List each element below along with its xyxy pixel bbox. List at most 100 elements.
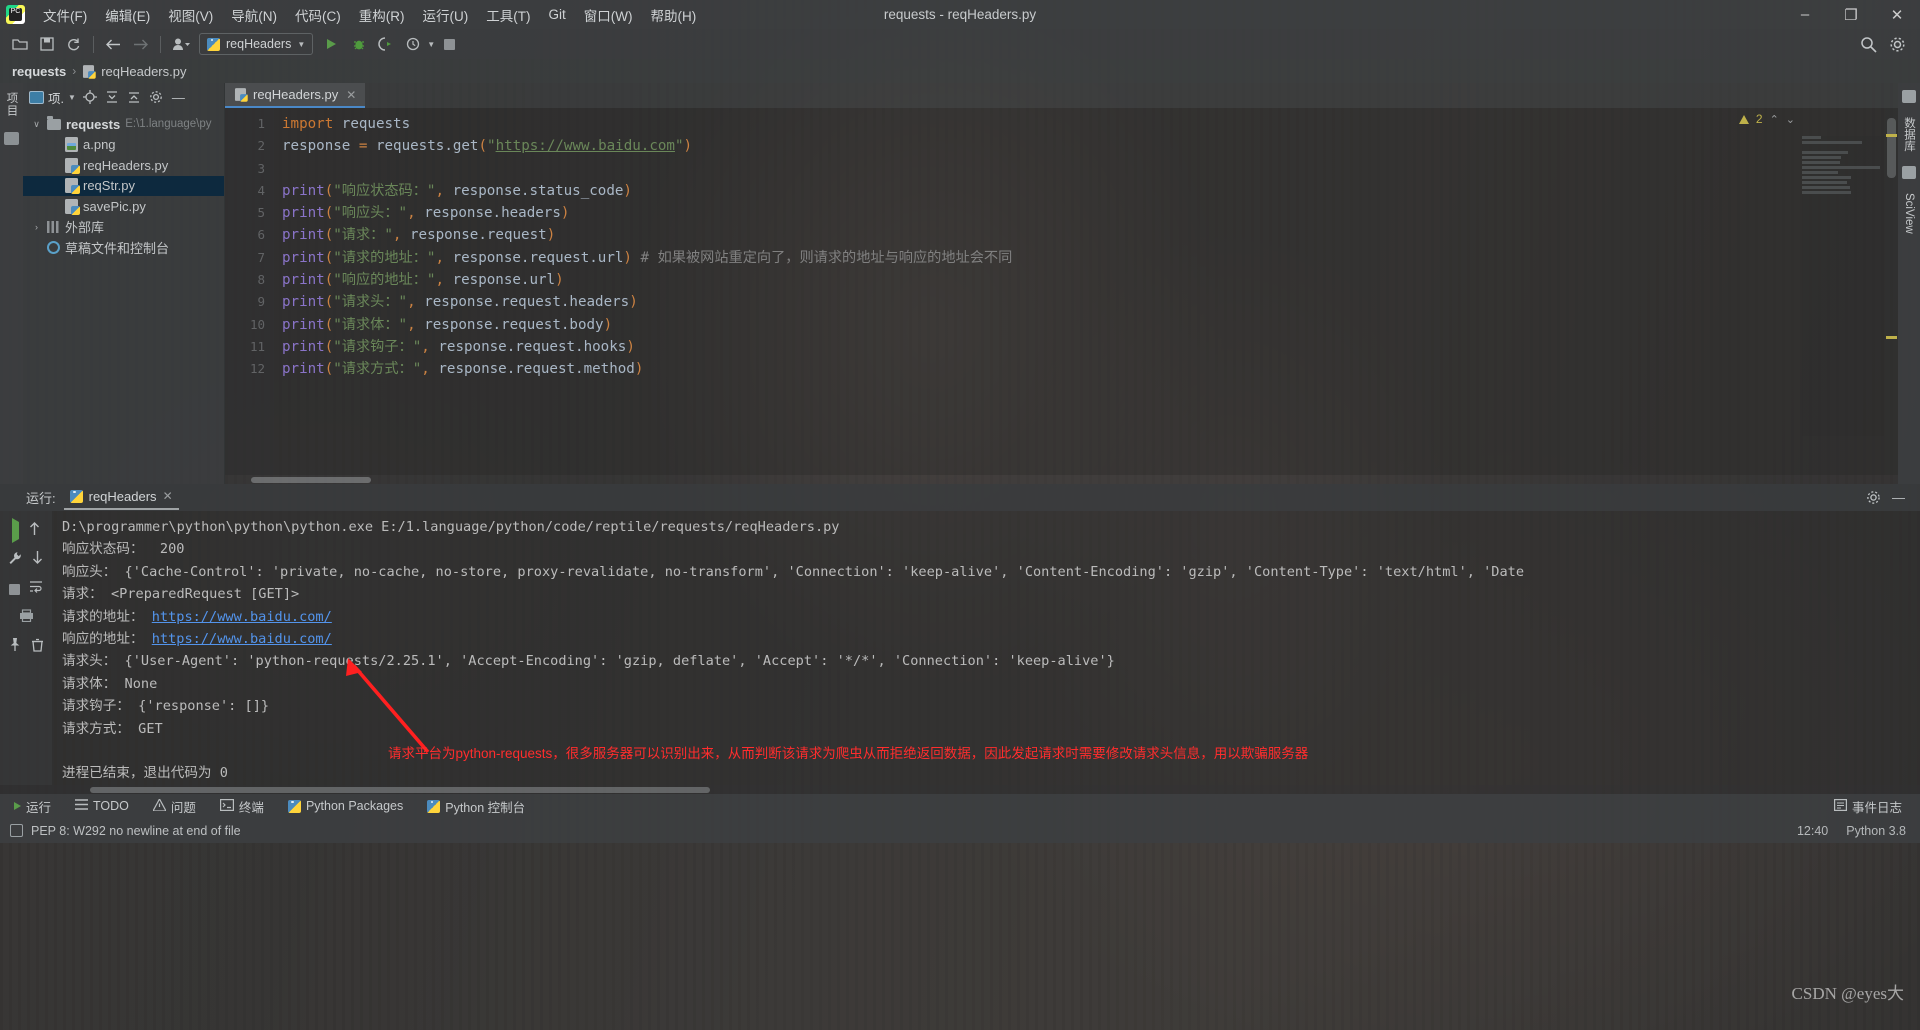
- scrollbar-thumb[interactable]: [90, 786, 710, 793]
- run-coverage-icon[interactable]: [373, 32, 398, 56]
- open-folder-icon[interactable]: [7, 32, 32, 56]
- editor-tab-reqheaders[interactable]: reqHeaders.py ✕: [225, 83, 366, 108]
- tree-item-external-libraries[interactable]: › 外部库: [23, 217, 224, 238]
- scroll-up-icon[interactable]: [28, 521, 41, 541]
- tool-window-problems[interactable]: 问题: [149, 795, 200, 818]
- expand-all-icon[interactable]: [105, 90, 120, 105]
- code-editor[interactable]: 1 2 3 4 5 6 7 8 9 10 11 12 import requests response …: [225, 108, 1898, 475]
- tree-item-a-png[interactable]: a.png: [23, 135, 224, 156]
- save-icon[interactable]: [34, 32, 59, 56]
- tree-item-reqheaders-py[interactable]: reqHeaders.py: [23, 155, 224, 176]
- structure-icon[interactable]: [4, 132, 19, 145]
- debug-icon[interactable]: [346, 32, 371, 56]
- close-button[interactable]: ✕: [1874, 0, 1920, 29]
- code-minimap[interactable]: [1802, 136, 1884, 436]
- editor-horizontal-scrollbar[interactable]: [225, 475, 1898, 484]
- tree-item-savepic-py[interactable]: savePic.py: [23, 196, 224, 217]
- table-icon[interactable]: [1902, 165, 1916, 179]
- menu-item-help[interactable]: 帮助(H): [642, 1, 706, 29]
- hide-icon[interactable]: —: [171, 90, 186, 105]
- code-line[interactable]: print("响应头：", response.headers): [282, 202, 1898, 224]
- maximize-button[interactable]: ❐: [1828, 0, 1874, 29]
- code-line[interactable]: print("请求钩子：", response.request.hooks): [282, 336, 1898, 358]
- hide-icon[interactable]: —: [1891, 490, 1906, 505]
- settings-gear-icon[interactable]: [1885, 32, 1910, 56]
- rail-project-label[interactable]: 项目: [4, 89, 20, 120]
- menu-item-view[interactable]: 视图(V): [159, 1, 222, 29]
- chevron-right-icon[interactable]: ›: [31, 222, 42, 232]
- chevron-down-icon[interactable]: ∨: [31, 119, 42, 130]
- console-link[interactable]: https://www.baidu.com/: [152, 609, 332, 625]
- warning-marker[interactable]: [1886, 134, 1897, 137]
- editor-vertical-scrollbar[interactable]: [1885, 108, 1898, 475]
- status-interpreter[interactable]: Python 3.8: [1846, 824, 1906, 838]
- code-line[interactable]: print("请求体：", response.request.body): [282, 314, 1898, 336]
- chevron-down-icon[interactable]: ⌄: [1786, 113, 1795, 126]
- scrollbar-thumb[interactable]: [251, 477, 371, 483]
- code-line[interactable]: print("响应的地址：", response.url): [282, 269, 1898, 291]
- forward-arrow-icon[interactable]: [128, 32, 153, 56]
- run-icon[interactable]: [319, 32, 344, 56]
- run-configuration-selector[interactable]: reqHeaders ▼: [199, 33, 314, 55]
- scroll-down-icon[interactable]: [31, 550, 44, 570]
- menu-item-code[interactable]: 代码(C): [286, 1, 350, 29]
- close-icon[interactable]: ✕: [163, 489, 173, 503]
- back-arrow-icon[interactable]: [101, 32, 126, 56]
- tool-window-todo[interactable]: TODO: [71, 797, 133, 815]
- console-horizontal-scrollbar[interactable]: [0, 784, 1920, 794]
- menu-item-navigate[interactable]: 导航(N): [222, 1, 286, 29]
- code-line[interactable]: [282, 158, 1898, 180]
- code-line[interactable]: print("请求的地址：", response.request.url) # …: [282, 247, 1898, 269]
- warning-marker[interactable]: [1886, 336, 1897, 339]
- collapse-all-icon[interactable]: [127, 90, 142, 105]
- code-line[interactable]: print("请求头：", response.request.headers): [282, 291, 1898, 313]
- tree-item-requests[interactable]: ∨ requests E:\1.language\py: [23, 114, 224, 135]
- tree-item-scratches-consoles[interactable]: 草稿文件和控制台: [23, 237, 224, 258]
- menu-item-run[interactable]: 运行(U): [414, 1, 478, 29]
- tool-window-event-log[interactable]: 事件日志: [1830, 795, 1906, 818]
- rail-sciview-label[interactable]: SciView: [1903, 193, 1915, 234]
- pin-icon[interactable]: [8, 637, 22, 657]
- code-line[interactable]: print("响应状态码：", response.status_code): [282, 180, 1898, 202]
- print-icon[interactable]: [19, 609, 34, 627]
- close-icon[interactable]: ✕: [346, 88, 356, 102]
- menu-item-git[interactable]: Git: [540, 3, 575, 26]
- locate-target-icon[interactable]: [83, 90, 98, 105]
- menu-item-edit[interactable]: 编辑(E): [96, 1, 159, 29]
- gear-icon[interactable]: [1866, 490, 1881, 505]
- code-content[interactable]: import requests response = requests.get("…: [274, 108, 1898, 475]
- trash-icon[interactable]: [31, 638, 44, 657]
- menu-item-window[interactable]: 窗口(W): [575, 1, 642, 29]
- inspection-icon[interactable]: [10, 824, 23, 838]
- minimize-button[interactable]: –: [1782, 0, 1828, 29]
- project-panel-title-group[interactable]: 项. ▼: [29, 88, 76, 107]
- tree-item-reqstr-py[interactable]: reqStr.py: [23, 175, 224, 196]
- stop-icon[interactable]: [9, 583, 20, 595]
- profile-chevron-icon[interactable]: ▼: [427, 40, 435, 49]
- menu-item-tools[interactable]: 工具(T): [477, 1, 539, 29]
- search-icon[interactable]: [1856, 32, 1881, 56]
- breadcrumb-file[interactable]: reqHeaders.py: [101, 64, 186, 79]
- tool-window-python-packages[interactable]: Python Packages: [284, 797, 407, 815]
- scrollbar-thumb[interactable]: [1887, 118, 1896, 178]
- chevron-up-icon[interactable]: ⌃: [1770, 113, 1779, 126]
- notifications-icon[interactable]: [1902, 90, 1916, 103]
- menu-item-file[interactable]: 文件(F): [34, 1, 96, 29]
- inspection-widget[interactable]: 2 ⌃ ⌄: [1738, 112, 1795, 126]
- tool-window-run[interactable]: 运行: [10, 795, 55, 818]
- profile-icon[interactable]: [400, 32, 425, 56]
- gear-icon[interactable]: [149, 90, 164, 105]
- rerun-icon[interactable]: [11, 518, 19, 543]
- wrench-icon[interactable]: [8, 551, 22, 570]
- breadcrumb-project[interactable]: requests: [12, 64, 66, 79]
- code-line[interactable]: print("请求方式：", response.request.method): [282, 358, 1898, 380]
- console-link[interactable]: https://www.baidu.com/: [152, 631, 332, 647]
- rail-database-label[interactable]: 数据库: [1901, 117, 1917, 152]
- run-tab-reqheaders[interactable]: reqHeaders ✕: [63, 486, 179, 510]
- tool-window-python-console[interactable]: Python 控制台: [423, 795, 529, 818]
- code-line[interactable]: import requests: [282, 113, 1898, 135]
- stop-icon[interactable]: [437, 32, 462, 56]
- soft-wrap-icon[interactable]: [29, 580, 43, 598]
- code-line[interactable]: print("请求：", response.request): [282, 224, 1898, 246]
- code-line[interactable]: response = requests.get("https://www.bai…: [282, 135, 1898, 157]
